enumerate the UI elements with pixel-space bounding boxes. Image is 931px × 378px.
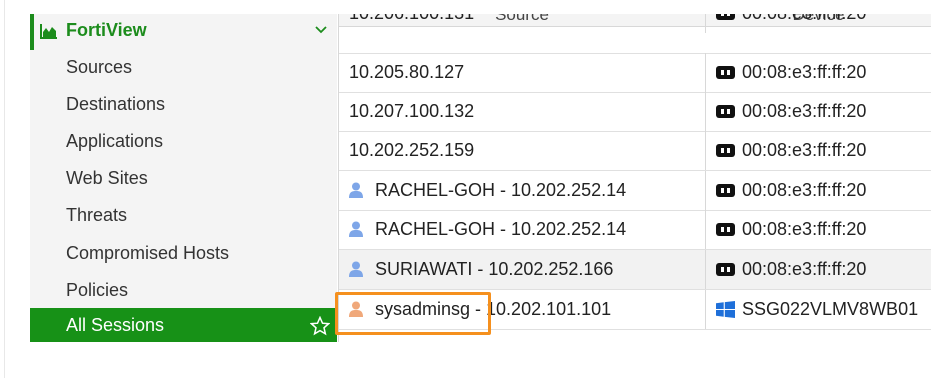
chart-icon [40, 24, 57, 39]
source-cell: SURIAWATI - 10.202.252.166 [349, 250, 613, 289]
source-cell: 10.207.100.132 [349, 101, 475, 121]
device-text: 00:08:e3:ff:ff:20 [742, 62, 867, 82]
device-cell: 00:08:e3:ff:ff:20 [705, 171, 931, 210]
user-icon [349, 221, 363, 237]
fortiview-screen: FortiView Sources Destinations Applicati… [0, 0, 931, 378]
user-icon [349, 261, 363, 277]
table-row[interactable]: RACHEL-GOH - 10.202.252.14 00:08:e3:ff:f… [339, 171, 931, 211]
user-icon [349, 182, 363, 198]
sidebar-item-label: Threats [66, 205, 128, 225]
windows-icon [716, 301, 735, 318]
device-text: 00:08:e3:ff:ff:20 [742, 219, 867, 239]
highlight-annotation [335, 292, 491, 335]
table-row[interactable]: 10.202.252.159 00:08:e3:ff:ff:20 [339, 131, 931, 171]
sidebar-item-applications[interactable]: Applications [30, 124, 337, 158]
device-icon [716, 144, 735, 157]
table-row[interactable]: SURIAWATI - 10.202.252.166 00:08:e3:ff:f… [339, 250, 931, 290]
sidebar-item-sources[interactable]: Sources [30, 50, 337, 84]
sidebar-item-label: Applications [66, 131, 164, 151]
device-cell: 00:08:e3:ff:ff:20 [705, 210, 931, 249]
sidebar-item-label: Destinations [66, 94, 166, 114]
device-icon [716, 14, 735, 20]
device-cell: 00:08:e3:ff:ff:20 [705, 250, 931, 289]
device-text: 00:08:e3:ff:ff:20 [742, 259, 867, 279]
source-text: RACHEL-GOH - 10.202.252.14 [375, 180, 627, 200]
device-cell: 00:08:e3:ff:ff:20 [705, 92, 931, 131]
source-cell: RACHEL-GOH - 10.202.252.14 [349, 210, 626, 249]
fortiview-title: FortiView [66, 20, 147, 40]
table-row[interactable]: 10.205.80.127 00:08:e3:ff:ff:20 [339, 53, 931, 93]
source-cell: 10.202.252.159 [349, 140, 475, 160]
sidebar-item-compromised-hosts[interactable]: Compromised Hosts [30, 236, 337, 270]
device-text: SSG022VLMV8WB01 [742, 299, 919, 319]
source-cell: 10.205.80.127 [349, 62, 465, 82]
device-cell: 00:08:e3:ff:ff:20 [705, 53, 931, 92]
left-border [4, 0, 5, 378]
sidebar-item-destinations[interactable]: Destinations [30, 87, 337, 121]
sidebar-item-label: Compromised Hosts [66, 243, 230, 263]
sidebar: FortiView Sources Destinations Applicati… [30, 14, 337, 342]
source-cell: RACHEL-GOH - 10.202.252.14 [349, 171, 626, 210]
table-row[interactable]: 10.207.100.132 00:08:e3:ff:ff:20 [339, 92, 931, 132]
sidebar-item-label: Policies [66, 280, 129, 300]
device-cell: 00:08:e3:ff:ff:20 [705, 14, 931, 33]
sidebar-item-label: Web Sites [66, 168, 148, 188]
source-text: RACHEL-GOH - 10.202.252.14 [375, 219, 627, 239]
device-text: 00:08:e3:ff:ff:20 [742, 14, 866, 33]
table-row[interactable]: RACHEL-GOH - 10.202.252.14 00:08:e3:ff:f… [339, 210, 931, 250]
device-text: 00:08:e3:ff:ff:20 [742, 180, 867, 200]
sidebar-item-policies[interactable]: Policies [30, 273, 337, 307]
device-icon [716, 66, 735, 79]
fortiview-section-header[interactable]: FortiView [30, 14, 337, 50]
device-icon [716, 184, 735, 197]
device-text: 00:08:e3:ff:ff:20 [742, 101, 867, 121]
device-cell: SSG022VLMV8WB01 [705, 290, 931, 329]
sidebar-item-web-sites[interactable]: Web Sites [30, 161, 337, 195]
device-icon [716, 105, 735, 118]
table-row[interactable]: 10.206.100.131 00:08:e3:ff:ff:20 [339, 14, 931, 54]
device-cell: 00:08:e3:ff:ff:20 [705, 131, 931, 170]
source-text: SURIAWATI - 10.202.252.166 [375, 259, 614, 279]
sidebar-item-all-sessions[interactable]: All Sessions [30, 308, 337, 342]
sidebar-item-label: Sources [66, 57, 133, 77]
device-icon [716, 223, 735, 236]
source-cell: 10.206.100.131 [349, 14, 474, 33]
device-text: 00:08:e3:ff:ff:20 [742, 140, 867, 160]
chevron-down-icon[interactable] [314, 23, 328, 37]
device-icon [716, 263, 735, 276]
sidebar-item-threats[interactable]: Threats [30, 198, 337, 232]
sidebar-item-label: All Sessions [66, 315, 165, 335]
star-icon[interactable] [310, 316, 330, 336]
